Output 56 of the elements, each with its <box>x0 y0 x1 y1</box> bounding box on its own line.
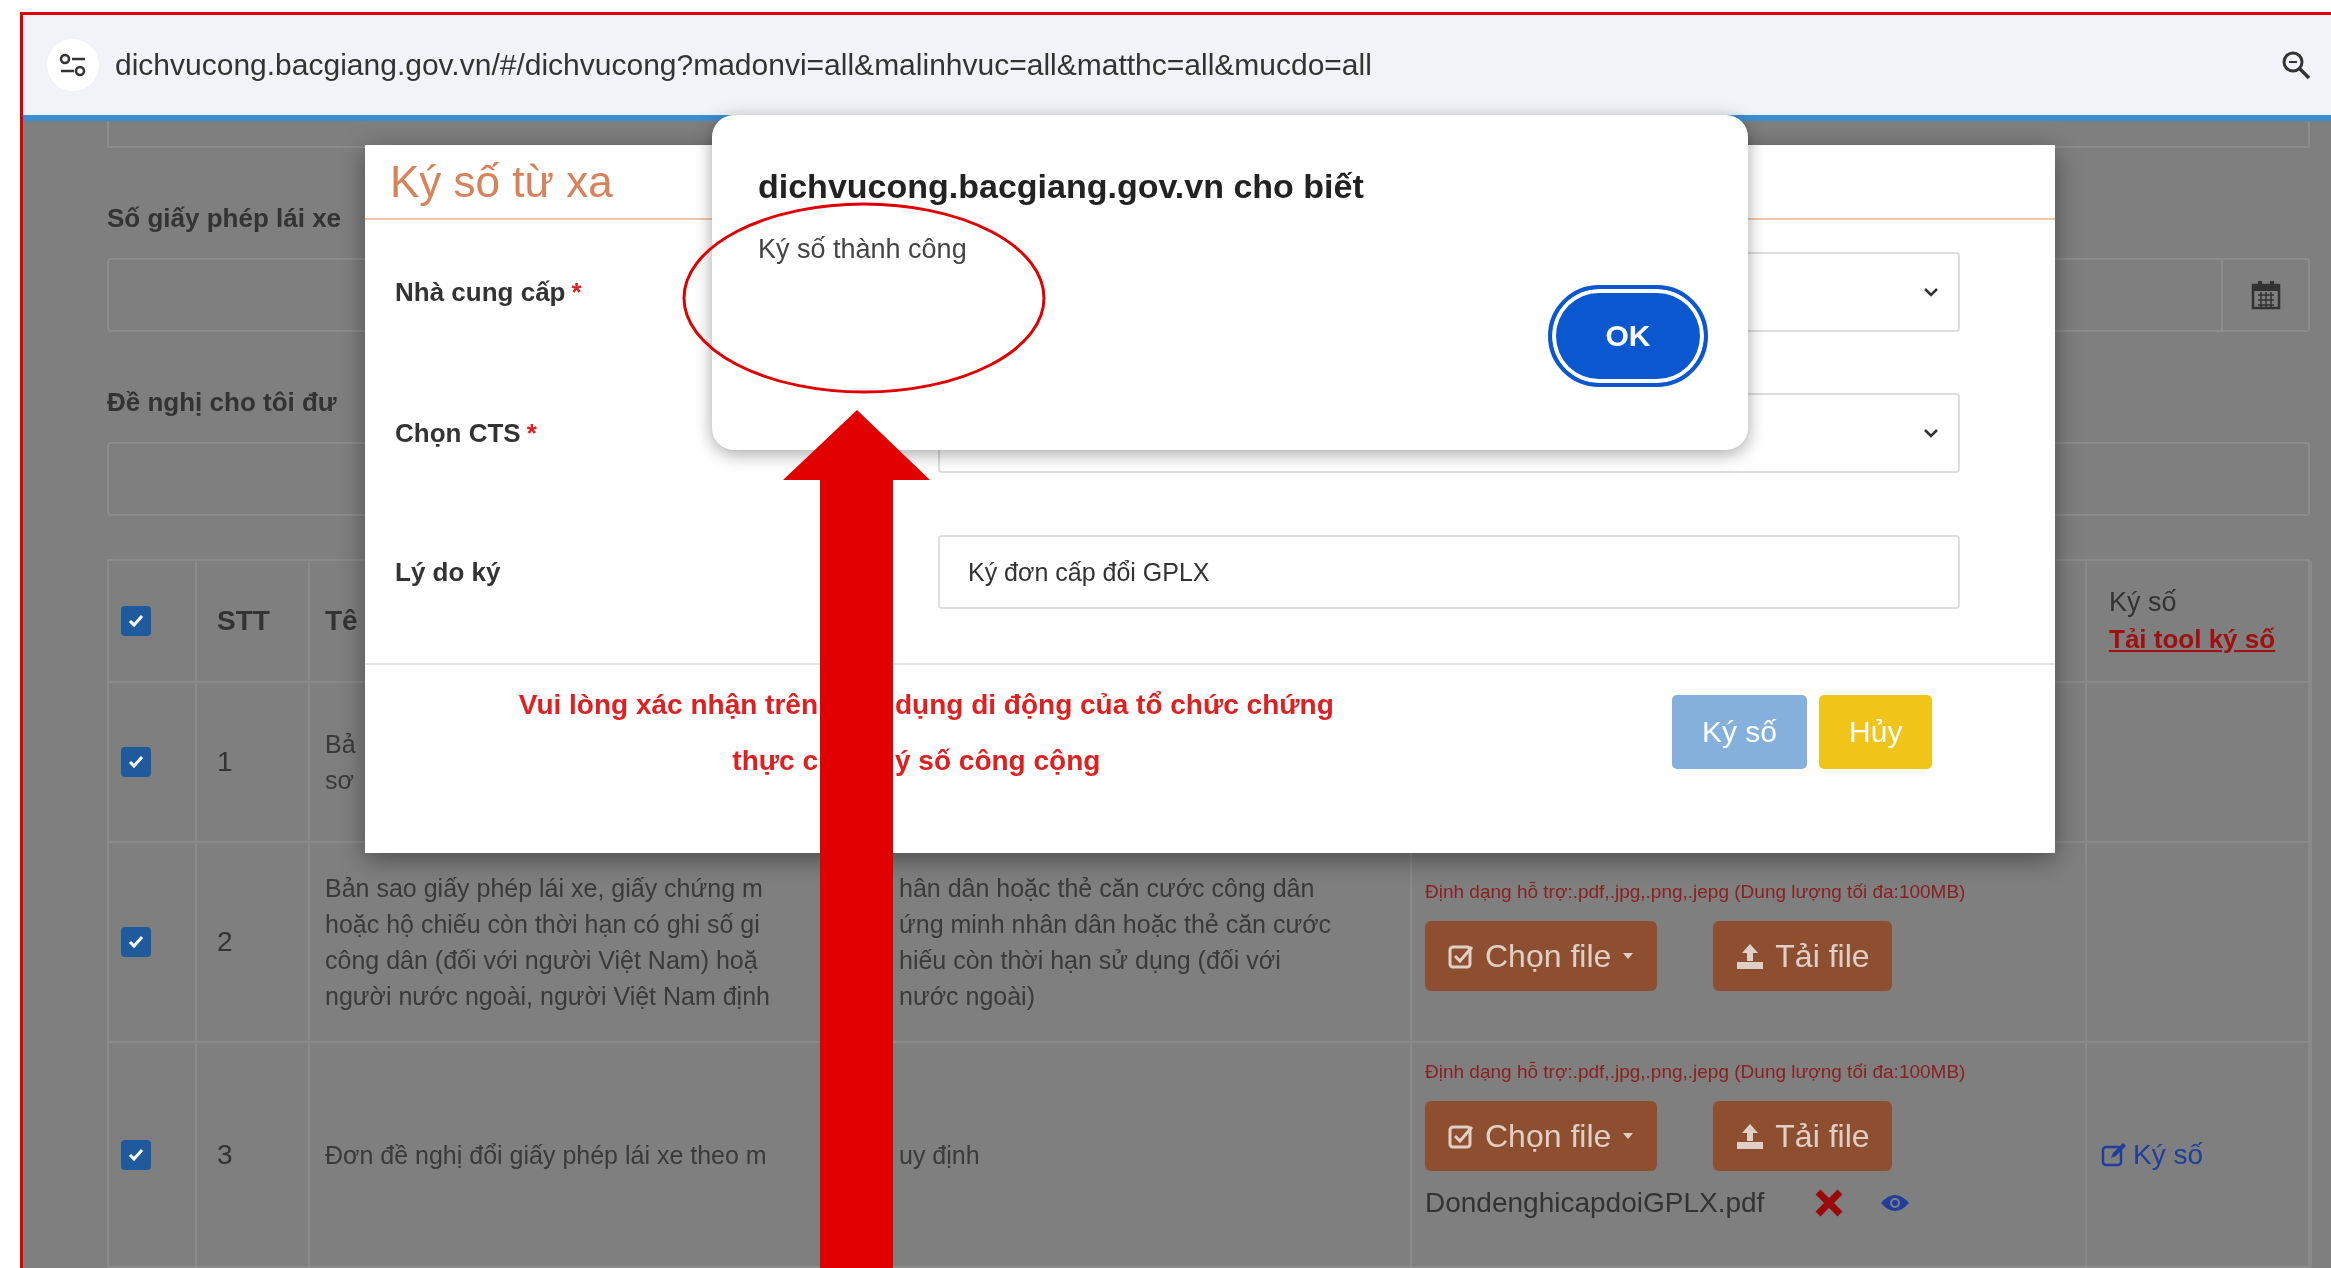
search-icon[interactable] <box>2281 50 2311 80</box>
field-label: Lý do ký <box>395 556 502 588</box>
url-text[interactable]: dichvucong.bacgiang.gov.vn/#/dichvucong?madonvi=all&malinhvuc=all&matthc=all&mucdo=all <box>115 48 2281 82</box>
column-header: Tê <box>325 605 358 637</box>
caret-icon <box>1621 951 1636 961</box>
checkbox[interactable] <box>121 927 151 957</box>
caret-icon <box>1621 1131 1636 1141</box>
document-name-text: nước ngoài) <box>899 981 1036 1012</box>
document-name-text: Đơn đề nghị đổi giấy phép lái xe theo m <box>325 1139 768 1171</box>
field-label: Nhà cung cấp * <box>395 276 583 308</box>
column-header: Ký số <box>2109 587 2177 618</box>
upload-file-button[interactable]: Tải file <box>1713 1101 1892 1171</box>
upload-icon <box>1735 942 1766 970</box>
checkbox[interactable] <box>121 747 151 777</box>
address-bar[interactable]: dichvucong.bacgiang.gov.vn/#/dichvucong?madonvi=all&malinhvuc=all&matthc=all&mucdo=all <box>23 15 2331 115</box>
file-name: DondenghicapdoiGPLX.pdf <box>1425 1187 1765 1219</box>
document-name-text: hoặc hộ chiếu còn thời hạn có ghi số gi <box>325 909 761 940</box>
field-label: Chọn CTS * <box>395 417 538 449</box>
document-name-text: hiếu còn thời hạn sử dụng (đối với <box>899 945 1282 976</box>
confirmation-notice: thực c <box>731 744 818 778</box>
document-name-text: hân dân hoặc thẻ căn cước công dân <box>899 873 1316 904</box>
confirmation-notice: Vui lòng xác nhận trên <box>517 688 818 722</box>
reason-field[interactable]: Ký đơn cấp đổi GPLX <box>938 535 1960 609</box>
chevron-down-icon <box>1922 286 1940 298</box>
format-hint: Định dạng hỗ trợ:.pdf,.jpg,.png,.jepg (Dung lượng tối đa:100MB) <box>1425 1061 1966 1083</box>
document-name-text: Bản sao giấy phép lái xe, giấy chứng m <box>325 873 764 904</box>
alert-message: Ký số thành công <box>758 234 967 265</box>
format-hint: Định dạng hỗ trợ:.pdf,.jpg,.png,.jepg (Dung lượng tối đa:100MB) <box>1425 881 1966 903</box>
row-number: 3 <box>217 1138 233 1171</box>
field-label: Số giấy phép lái xe <box>107 203 343 233</box>
sign-link[interactable]: Ký số <box>2101 1138 2204 1171</box>
ok-button[interactable]: OK <box>1548 285 1708 387</box>
checkbox[interactable] <box>121 1139 151 1170</box>
document-name-text: ứng minh nhân dân hoặc thẻ căn cước <box>899 909 1332 940</box>
confirmation-notice: dụng di động của tổ chức chứng <box>895 688 1335 722</box>
document-name-text: uy định <box>899 1139 980 1171</box>
edit-icon <box>2101 1141 2127 1168</box>
chevron-down-icon <box>1922 427 1940 439</box>
upload-file-button[interactable]: Tải file <box>1713 921 1892 991</box>
sign-button[interactable]: Ký số <box>1672 695 1808 769</box>
field-label: Đề nghị cho tôi đư <box>107 387 338 417</box>
document-name-text: công dân (đối với người Việt Nam) hoặ <box>325 945 759 976</box>
document-name-text: sơ <box>325 765 355 796</box>
column-header: STT <box>217 605 270 637</box>
choose-file-button[interactable]: Chọn file <box>1425 1101 1658 1171</box>
upload-icon <box>1735 1122 1766 1150</box>
site-settings-icon[interactable] <box>47 39 99 91</box>
checkbox[interactable] <box>121 606 151 636</box>
dialog-title: Ký số từ xa <box>390 156 613 207</box>
row-number: 2 <box>217 926 233 958</box>
document-name-text: người nước ngoài, người Việt Nam định <box>325 981 771 1012</box>
choose-file-button[interactable]: Chọn file <box>1425 921 1658 991</box>
document-name-text: Bả <box>325 729 357 760</box>
alert-title: dichvucong.bacgiang.gov.vn cho biết <box>758 167 1364 206</box>
confirmation-notice: ý số công cộng <box>895 744 1102 778</box>
row-number: 1 <box>217 746 233 778</box>
